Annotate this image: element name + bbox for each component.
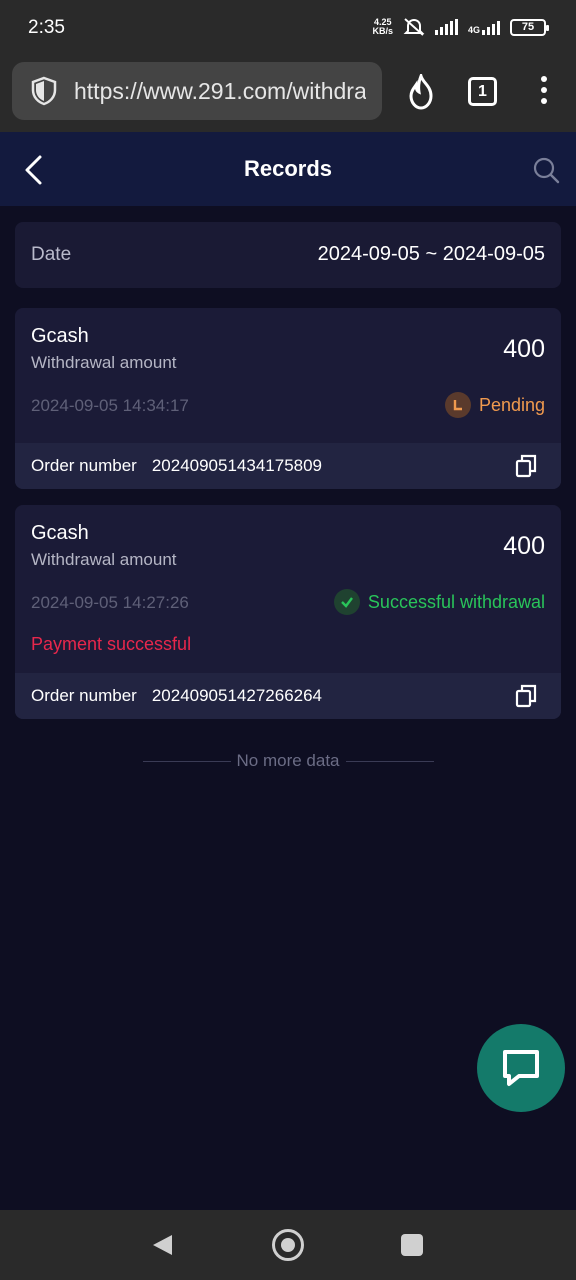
- withdrawal-amount: 400: [503, 335, 545, 363]
- status-badge: Pending: [444, 392, 545, 418]
- record-datetime: 2024-09-05 14:27:26: [31, 593, 189, 612]
- url-bar[interactable]: https://www.291.com/withdraw: [12, 62, 382, 120]
- amount-label: Withdrawal amount: [31, 550, 177, 569]
- divider: [345, 760, 434, 762]
- page-title: Records: [243, 156, 333, 181]
- date-filter[interactable]: Date 2024-09-05 ~ 2024-09-05: [15, 222, 561, 288]
- nav-back-icon[interactable]: [150, 1233, 174, 1257]
- status-bar: 2:35 4.25 KB/s 4G 75: [0, 0, 576, 58]
- browser-toolbar: https://www.291.com/withdraw 1: [0, 58, 576, 132]
- more-menu-icon[interactable]: [538, 76, 550, 108]
- record-datetime: 2024-09-05 14:34:17: [31, 396, 189, 415]
- order-row: Order number 202409051434175809: [15, 443, 561, 489]
- order-number: 202409051434175809: [151, 456, 323, 475]
- fire-icon[interactable]: [404, 74, 438, 110]
- status-icons: 4.25 KB/s 4G 75: [372, 17, 549, 37]
- check-icon: [333, 589, 360, 615]
- order-label: Order number: [31, 686, 137, 705]
- tab-count-button[interactable]: 1: [468, 77, 497, 106]
- clock-icon: [444, 392, 471, 418]
- order-label: Order number: [31, 456, 137, 475]
- net-speed-unit: KB/s: [372, 26, 393, 36]
- url-text[interactable]: https://www.291.com/withdraw: [74, 78, 366, 105]
- chat-support-button[interactable]: [477, 1024, 565, 1112]
- search-icon[interactable]: [532, 156, 560, 184]
- app-header: Records: [0, 132, 576, 206]
- divider: [142, 760, 231, 762]
- payment-method: Gcash: [31, 325, 89, 347]
- mute-icon: [403, 18, 425, 36]
- date-label: Date: [31, 244, 72, 265]
- chat-bubble-icon: [503, 1050, 539, 1086]
- nav-home-icon[interactable]: [272, 1229, 304, 1261]
- copy-icon[interactable]: [515, 454, 537, 478]
- payment-note: Payment successful: [31, 634, 192, 654]
- nav-recents-icon[interactable]: [401, 1234, 423, 1256]
- date-range[interactable]: 2024-09-05 ~ 2024-09-05: [318, 243, 545, 266]
- record-card: Gcash Withdrawal amount 400 2024-09-05 1…: [15, 505, 561, 719]
- net-speed: 4.25 KB/s: [372, 18, 393, 36]
- order-number: 202409051427266264: [151, 686, 323, 705]
- withdrawal-amount: 400: [503, 532, 545, 560]
- record-card: Gcash Withdrawal amount 400 2024-09-05 1…: [15, 308, 561, 489]
- payment-method: Gcash: [31, 522, 89, 544]
- system-nav-bar: [0, 1210, 576, 1280]
- signal-4g-icon: 4G: [468, 19, 500, 35]
- status-text: Pending: [478, 394, 545, 415]
- no-more-text: No more data: [236, 751, 340, 770]
- amount-label: Withdrawal amount: [31, 353, 177, 372]
- shield-icon[interactable]: [28, 75, 60, 107]
- status-text: Successful withdrawal: [367, 591, 545, 612]
- battery-icon: 75: [510, 18, 549, 36]
- copy-icon[interactable]: [515, 684, 537, 708]
- order-row: Order number 202409051427266264: [15, 673, 561, 719]
- signal-icon: [434, 19, 458, 35]
- network-type: 4G: [467, 25, 480, 35]
- end-of-list: No more data: [0, 750, 576, 772]
- status-time: 2:35: [28, 17, 65, 38]
- status-badge: Successful withdrawal: [333, 589, 545, 615]
